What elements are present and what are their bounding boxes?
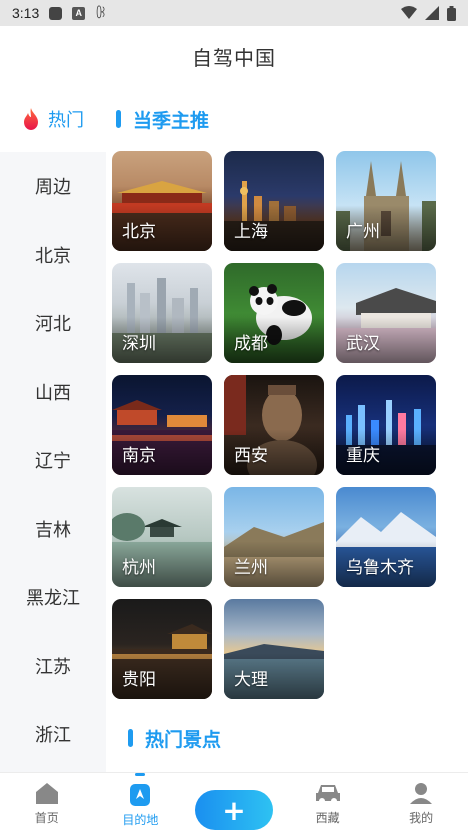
sidebar-item-shanxi[interactable]: 山西 [0, 358, 106, 427]
city-label: 南京 [122, 446, 156, 466]
notification-icon [49, 6, 63, 20]
city-label: 兰州 [234, 558, 268, 578]
sidebar-item-label: 浙江 [35, 725, 71, 747]
destination-icon [130, 784, 151, 806]
city-label: 大理 [234, 670, 268, 690]
plus-icon: + [222, 793, 246, 827]
city-label: 武汉 [346, 334, 380, 354]
tab-label: 首页 [34, 811, 59, 825]
tab-home[interactable]: 首页 [0, 773, 94, 826]
section-bar [116, 110, 121, 128]
sidebar-item-beijing[interactable]: 北京 [0, 221, 106, 290]
signal-icon [425, 6, 439, 20]
city-label: 深圳 [122, 334, 156, 354]
user-icon [410, 783, 433, 804]
city-label: 成都 [234, 334, 268, 354]
tab-add[interactable]: + [187, 773, 281, 830]
city-label: 西安 [234, 446, 268, 466]
tab-destination[interactable]: 目的地 [94, 773, 188, 828]
page-title: 自驾中国 [192, 45, 276, 70]
sidebar-item-label: 河北 [35, 314, 71, 336]
city-tile-nanjing[interactable]: 南京 [112, 375, 212, 475]
city-tile-dali[interactable]: 大理 [224, 599, 324, 699]
sidebar-item-heilongjiang[interactable]: 黑龙江 [0, 563, 106, 632]
sidebar-item-label: 吉林 [35, 519, 71, 541]
sidebar-item-label: 黑龙江 [26, 588, 80, 610]
sidebar-item-hot[interactable]: 热门 [0, 86, 106, 152]
tab-label: 目的地 [122, 813, 159, 827]
tab-label: 我的 [409, 811, 434, 825]
app-glyph-icon: ꀝ [95, 5, 107, 21]
city-tile-chongqing[interactable]: 重庆 [336, 375, 436, 475]
car-icon [315, 785, 340, 804]
sidebar-item-label: 北京 [35, 245, 71, 267]
city-tile-chengdu[interactable]: 成都 [224, 263, 324, 363]
city-tile-lanzhou[interactable]: 兰州 [224, 487, 324, 587]
add-button[interactable]: + [194, 790, 273, 830]
tab-label: 西藏 [315, 811, 340, 825]
section-title-attractions: 热门景点 [106, 718, 468, 758]
sidebar-item-label: 山西 [35, 382, 71, 404]
flame-icon [24, 108, 38, 130]
main-content: 当季主推 北京 上海 广州 深圳 成都 武汉 南京 西安 重庆 杭州 兰州 乌鲁… [106, 86, 468, 772]
sidebar-item-jilin[interactable]: 吉林 [0, 495, 106, 564]
sidebar-item-label: 热门 [48, 110, 84, 131]
sidebar-item-label: 周边 [35, 177, 71, 199]
city-label: 北京 [122, 222, 156, 242]
sidebar-item-jiangsu[interactable]: 江苏 [0, 632, 106, 701]
city-label: 上海 [234, 222, 268, 242]
status-bar: 3:13 A ꀝ [0, 0, 468, 26]
sidebar-item-liaoning[interactable]: 辽宁 [0, 426, 106, 495]
city-label: 重庆 [346, 446, 380, 466]
city-label: 杭州 [122, 558, 156, 578]
active-indicator [135, 773, 146, 776]
city-label: 广州 [346, 222, 380, 242]
sidebar-item-hebei[interactable]: 河北 [0, 289, 106, 358]
city-tile-guiyang[interactable]: 贵阳 [112, 599, 212, 699]
city-tile-xian[interactable]: 西安 [224, 375, 324, 475]
sidebar-item-label: 江苏 [35, 656, 71, 678]
tab-mine[interactable]: 我的 [374, 773, 468, 826]
city-tile-hangzhou[interactable]: 杭州 [112, 487, 212, 587]
city-tile-urumqi[interactable]: 乌鲁木齐 [336, 487, 436, 587]
bottom-tab-bar: 首页 目的地 + 西藏 我的 [0, 772, 468, 832]
sidebar-item-zhejiang[interactable]: 浙江 [0, 700, 106, 769]
sidebar-item-nearby[interactable]: 周边 [0, 152, 106, 221]
city-tile-beijing[interactable]: 北京 [112, 151, 212, 251]
section-bar [128, 729, 133, 747]
battery-icon [447, 5, 456, 21]
tab-tibet[interactable]: 西藏 [281, 773, 375, 826]
home-icon [35, 783, 58, 804]
city-tile-shenzhen[interactable]: 深圳 [112, 263, 212, 363]
wifi-icon [401, 6, 417, 19]
a-app-icon: A [72, 6, 86, 20]
city-label: 贵阳 [122, 670, 156, 690]
city-label: 乌鲁木齐 [346, 558, 414, 578]
sidebar-item-label: 辽宁 [35, 451, 71, 473]
city-tile-wuhan[interactable]: 武汉 [336, 263, 436, 363]
section-title-seasonal: 当季主推 [106, 99, 468, 139]
city-tile-shanghai[interactable]: 上海 [224, 151, 324, 251]
sidebar: 热门 周边 北京 河北 山西 辽宁 吉林 黑龙江 江苏 浙江 [0, 86, 106, 772]
status-time: 3:13 [12, 5, 40, 21]
city-tile-guangzhou[interactable]: 广州 [336, 151, 436, 251]
city-grid: 北京 上海 广州 深圳 成都 武汉 南京 西安 重庆 杭州 兰州 乌鲁木齐 贵阳… [106, 139, 468, 699]
